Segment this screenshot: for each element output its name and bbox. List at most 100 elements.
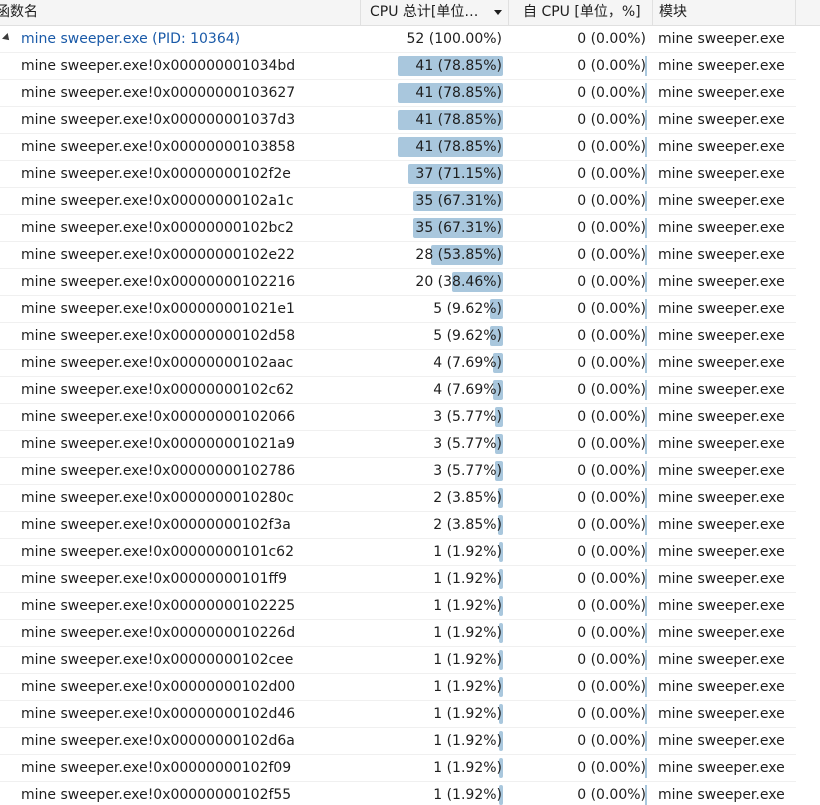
self-cpu-value: 0 (0.00%) [577,85,646,101]
self-cpu-value: 0 (0.00%) [577,274,646,290]
module-cell: mine sweeper.exe [658,220,785,236]
table-row[interactable]: mine sweeper.exe!0x00000000102f2e 37 (71.… [0,161,796,188]
expand-collapse-icon[interactable] [2,33,12,43]
table-row-root-process[interactable]: mine sweeper.exe (PID: 10364) 52 (100.00%… [0,26,796,53]
module-cell: mine sweeper.exe [658,193,785,209]
cpu-total-value: 3 (5.77%) [433,463,502,479]
module-cell: mine sweeper.exe [658,328,785,344]
self-cpu-cell: 0 (0.00%) [509,269,653,295]
table-row[interactable]: mine sweeper.exe!0x00000000102a1c 35 (67.… [0,188,796,215]
table-row[interactable]: mine sweeper.exe!0x00000000101c62 1 (1.92… [0,539,796,566]
table-row[interactable]: mine sweeper.exe!0x00000000103858 41 (78.… [0,134,796,161]
cpu-total-cell: 1 (1.92%) [364,755,509,781]
module-cell: mine sweeper.exe [658,490,785,506]
table-row[interactable]: mine sweeper.exe!0x0000000010280c 2 (3.85… [0,485,796,512]
cpu-total-value: 52 (100.00%) [406,31,502,47]
cpu-total-cell: 1 (1.92%) [364,647,509,673]
table-row[interactable]: mine sweeper.exe!0x00000000102f55 1 (1.92… [0,782,796,805]
cpu-total-value: 41 (78.85%) [415,58,502,74]
cpu-total-cell: 35 (67.31%) [364,215,509,241]
table-row[interactable]: mine sweeper.exe!0x00000000102216 20 (38.… [0,269,796,296]
cpu-total-cell: 1 (1.92%) [364,539,509,565]
self-cpu-cell: 0 (0.00%) [509,26,653,52]
self-cpu-cell: 0 (0.00%) [509,107,653,133]
table-row[interactable]: mine sweeper.exe!0x00000000102225 1 (1.92… [0,593,796,620]
self-cpu-value: 0 (0.00%) [577,355,646,371]
module-cell: mine sweeper.exe [658,733,785,749]
cpu-total-cell: 41 (78.85%) [364,107,509,133]
table-row[interactable]: mine sweeper.exe!0x00000000102d58 5 (9.62… [0,323,796,350]
cpu-total-cell: 1 (1.92%) [364,620,509,646]
cpu-total-value: 1 (1.92%) [433,706,502,722]
self-cpu-value: 0 (0.00%) [577,31,646,47]
table-row[interactable]: mine sweeper.exe!0x00000000102d6a 1 (1.92… [0,728,796,755]
column-header-self-cpu[interactable]: 自 CPU [单位，%] [509,0,653,25]
cpu-total-value: 3 (5.77%) [433,436,502,452]
column-header-cpu-total[interactable]: CPU 总计[单位… [364,0,509,25]
cpu-total-value: 1 (1.92%) [433,652,502,668]
self-cpu-cell: 0 (0.00%) [509,188,653,214]
self-cpu-cell: 0 (0.00%) [509,701,653,727]
module-cell: mine sweeper.exe [658,31,785,47]
cpu-total-value: 3 (5.77%) [433,409,502,425]
self-cpu-cell: 0 (0.00%) [509,728,653,754]
cpu-total-cell: 1 (1.92%) [364,782,509,805]
cpu-total-cell: 35 (67.31%) [364,188,509,214]
table-row[interactable]: mine sweeper.exe!0x00000000102f09 1 (1.92… [0,755,796,782]
cpu-total-value: 41 (78.85%) [415,139,502,155]
self-cpu-cell: 0 (0.00%) [509,377,653,403]
self-cpu-cell: 0 (0.00%) [509,53,653,79]
cpu-total-value: 35 (67.31%) [415,220,502,236]
table-row[interactable]: mine sweeper.exe!0x00000000102cee 1 (1.92… [0,647,796,674]
table-row[interactable]: mine sweeper.exe!0x000000001021e1 5 (9.62… [0,296,796,323]
call-tree-grid: 函数名 CPU 总计[单位… 自 CPU [单位，%] 模块 mine swee… [0,0,820,805]
function-name-cell: mine sweeper.exe!0x00000000102f55 [21,787,292,803]
cpu-total-cell: 1 (1.92%) [364,701,509,727]
function-name-cell: mine sweeper.exe!0x00000000102c62 [21,382,294,398]
table-row[interactable]: mine sweeper.exe!0x00000000103627 41 (78.… [0,80,796,107]
function-name-cell: mine sweeper.exe!0x00000000102066 [21,409,296,425]
table-row[interactable]: mine sweeper.exe!0x00000000102c62 4 (7.69… [0,377,796,404]
sort-descending-icon[interactable] [494,10,502,15]
table-row[interactable]: mine sweeper.exe!0x00000000101ff9 1 (1.92… [0,566,796,593]
function-name-cell: mine sweeper.exe!0x0000000010226d [21,625,296,641]
self-cpu-value: 0 (0.00%) [577,193,646,209]
self-cpu-cell: 0 (0.00%) [509,593,653,619]
table-row[interactable]: mine sweeper.exe!0x00000000102d00 1 (1.92… [0,674,796,701]
vertical-scrollbar[interactable] [796,26,820,805]
column-header-cpu-total-label: CPU 总计[单位… [370,4,479,20]
cpu-total-value: 1 (1.92%) [433,679,502,695]
cpu-total-cell: 41 (78.85%) [364,80,509,106]
module-cell: mine sweeper.exe [658,409,785,425]
module-cell: mine sweeper.exe [658,787,785,803]
table-row[interactable]: mine sweeper.exe!0x00000000102aac 4 (7.69… [0,350,796,377]
cpu-total-cell: 20 (38.46%) [364,269,509,295]
cpu-total-cell: 4 (7.69%) [364,377,509,403]
table-row[interactable]: mine sweeper.exe!0x000000001034bd 41 (78.… [0,53,796,80]
table-row[interactable]: mine sweeper.exe!0x0000000010226d 1 (1.92… [0,620,796,647]
table-row[interactable]: mine sweeper.exe!0x000000001037d3 41 (78.… [0,107,796,134]
self-cpu-cell: 0 (0.00%) [509,350,653,376]
table-row[interactable]: mine sweeper.exe!0x00000000102f3a 2 (3.85… [0,512,796,539]
column-header-function[interactable]: 函数名 [0,0,361,25]
module-cell: mine sweeper.exe [658,112,785,128]
self-cpu-cell: 0 (0.00%) [509,80,653,106]
table-row[interactable]: mine sweeper.exe!0x00000000102bc2 35 (67.… [0,215,796,242]
function-name-cell: mine sweeper.exe!0x00000000102225 [21,598,296,614]
cpu-total-cell: 52 (100.00%) [364,26,509,52]
cpu-total-cell: 3 (5.77%) [364,404,509,430]
function-name-cell: mine sweeper.exe!0x00000000102d00 [21,679,296,695]
cpu-total-value: 28 (53.85%) [415,247,502,263]
table-row[interactable]: mine sweeper.exe!0x00000000102d46 1 (1.92… [0,701,796,728]
table-row[interactable]: mine sweeper.exe!0x00000000102066 3 (5.77… [0,404,796,431]
self-cpu-value: 0 (0.00%) [577,166,646,182]
table-row[interactable]: mine sweeper.exe!0x00000000102786 3 (5.77… [0,458,796,485]
function-name-cell: mine sweeper.exe!0x00000000102a1c [21,193,294,209]
column-header-module[interactable]: 模块 [653,0,796,25]
function-name-cell: mine sweeper.exe!0x00000000102aac [21,355,294,371]
table-row[interactable]: mine sweeper.exe!0x000000001021a9 3 (5.77… [0,431,796,458]
self-cpu-value: 0 (0.00%) [577,571,646,587]
module-cell: mine sweeper.exe [658,571,785,587]
column-header-row: 函数名 CPU 总计[单位… 自 CPU [单位，%] 模块 [0,0,820,26]
table-row[interactable]: mine sweeper.exe!0x00000000102e22 28 (53.… [0,242,796,269]
